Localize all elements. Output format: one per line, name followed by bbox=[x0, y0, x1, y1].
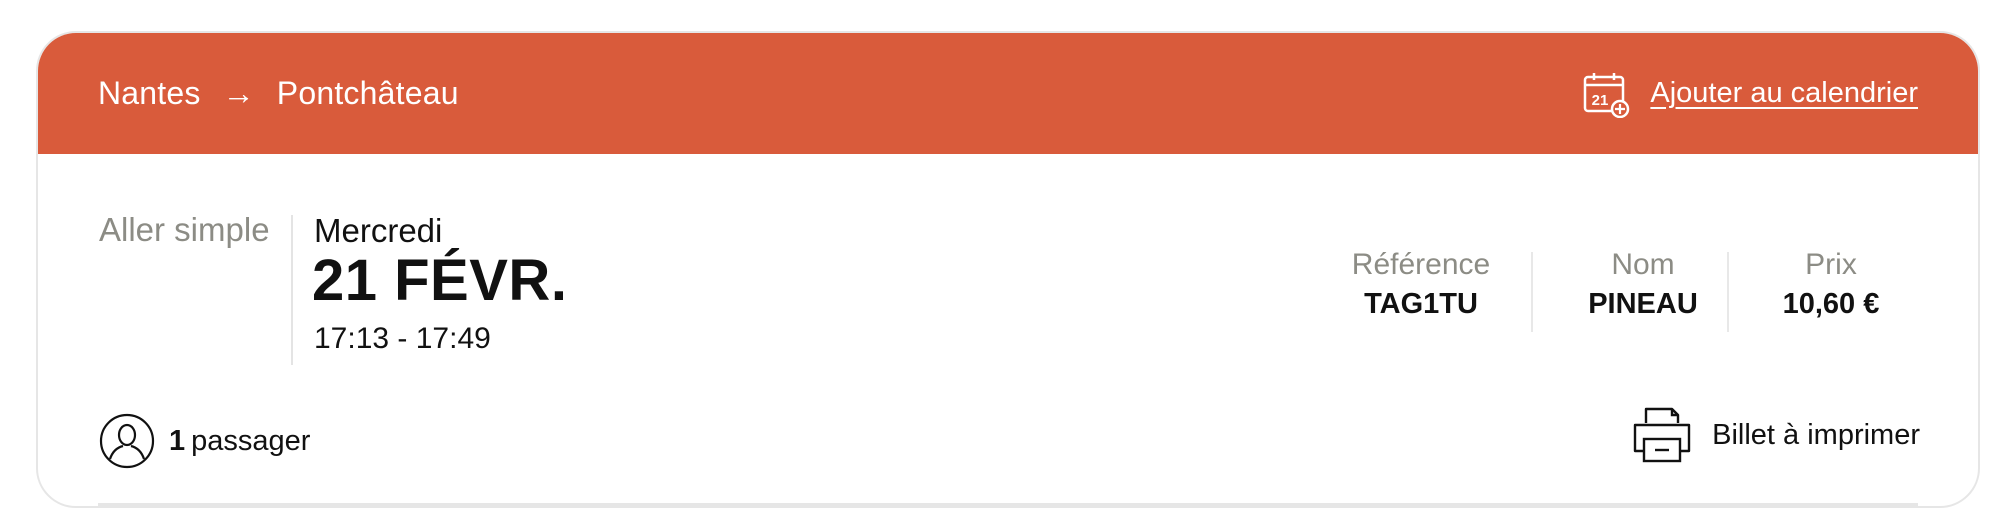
divider bbox=[291, 215, 293, 365]
trip-type: Aller simple bbox=[99, 211, 270, 248]
arrow-right-icon: → bbox=[222, 75, 255, 111]
add-to-calendar-label[interactable]: Ajouter au calendrier bbox=[1650, 77, 1918, 110]
passenger-number: 1 bbox=[169, 424, 186, 457]
reference-block: Référence TAG1TU bbox=[1346, 248, 1496, 321]
weekday: Mercredi bbox=[314, 212, 443, 249]
route-header: Nantes → Pontchâteau 21 Ajouter au calen… bbox=[38, 33, 1978, 154]
svg-text:21: 21 bbox=[1592, 92, 1609, 109]
passenger-label: passager bbox=[191, 424, 311, 457]
route: Nantes → Pontchâteau bbox=[98, 75, 459, 112]
divider bbox=[1531, 252, 1533, 332]
name-label: Nom bbox=[1611, 248, 1675, 281]
departure-arrival-times: 17:13 - 17:49 bbox=[314, 322, 491, 355]
passenger-count: 1 passager bbox=[99, 413, 310, 469]
printer-icon bbox=[1633, 407, 1691, 463]
add-to-calendar-link[interactable]: 21 Ajouter au calendrier bbox=[1582, 70, 1918, 118]
print-ticket-button[interactable]: Billet à imprimer bbox=[1630, 405, 1920, 465]
reference-label: Référence bbox=[1351, 248, 1491, 281]
travel-date: 21 FÉVR. bbox=[312, 248, 568, 313]
name-block: Nom PINEAU bbox=[1583, 248, 1703, 321]
divider bbox=[1727, 252, 1729, 332]
divider bbox=[98, 503, 1918, 506]
name-value: PINEAU bbox=[1588, 288, 1698, 320]
origin-city: Nantes bbox=[98, 75, 201, 111]
booking-card: Nantes → Pontchâteau 21 Ajouter au calen… bbox=[36, 31, 1980, 508]
user-icon bbox=[99, 413, 155, 469]
calendar-add-icon: 21 bbox=[1584, 72, 1630, 118]
price-block: Prix 10,60 € bbox=[1766, 248, 1896, 321]
price-value: 10,60 € bbox=[1782, 288, 1880, 320]
print-ticket-label[interactable]: Billet à imprimer bbox=[1712, 419, 1920, 452]
destination-city: Pontchâteau bbox=[276, 75, 459, 111]
price-label: Prix bbox=[1805, 248, 1857, 281]
reference-value: TAG1TU bbox=[1364, 288, 1478, 320]
